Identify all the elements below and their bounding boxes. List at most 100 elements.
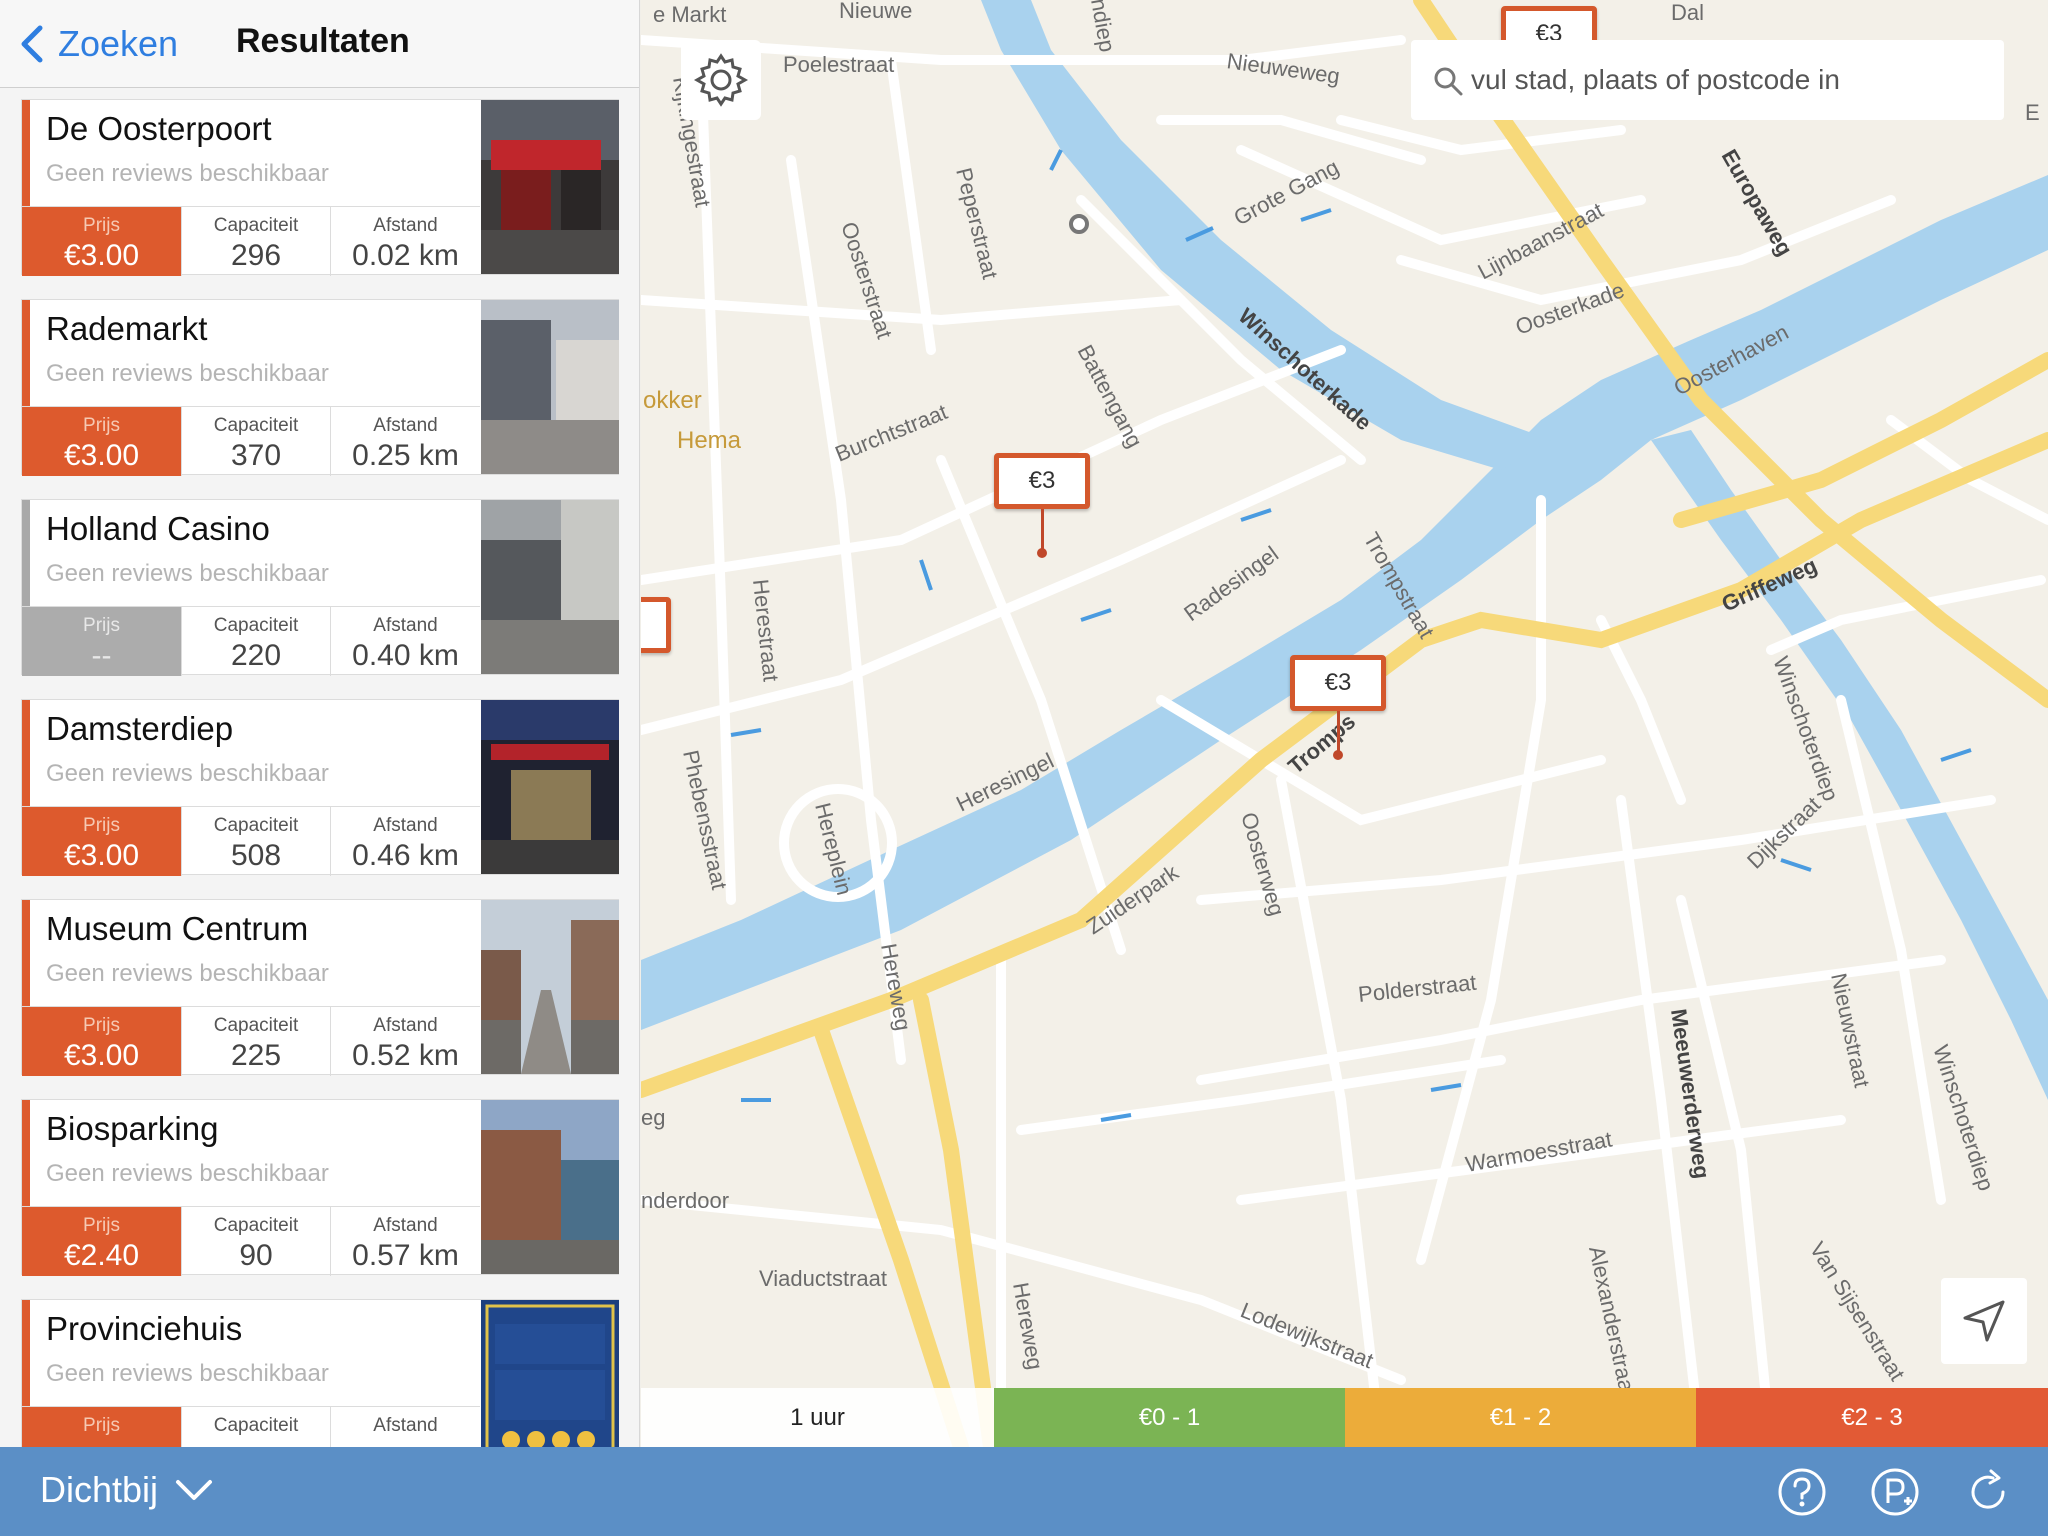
parking-name: Biosparking xyxy=(46,1110,219,1147)
search-bar[interactable] xyxy=(1411,40,2004,120)
card-accent xyxy=(22,1100,30,1206)
card-accent xyxy=(22,500,30,606)
street-label: Alexanderstraat xyxy=(1584,1244,1640,1400)
gear-icon xyxy=(693,53,749,107)
parking-photo xyxy=(481,1300,619,1447)
distance-label: Afstand xyxy=(373,1015,438,1036)
price-label: Prijs xyxy=(83,815,120,836)
street-label: Nieuwstraat xyxy=(1826,971,1875,1090)
locate-button[interactable] xyxy=(1941,1278,2027,1364)
page-title: Resultaten xyxy=(236,22,410,60)
stats-row: Prijs Capaciteit Afstand xyxy=(22,1406,480,1447)
reviews-text: Geen reviews beschikbaar xyxy=(46,960,329,987)
street-label: Meeuwerderweg xyxy=(1666,1007,1715,1180)
refresh-icon[interactable] xyxy=(1963,1467,2013,1517)
street-label: Dal xyxy=(1671,0,1704,25)
street-label: ndiep xyxy=(1086,0,1120,54)
map-canvas[interactable]: e Markt Nieuwe Poelestraat Nieuweweg Kij… xyxy=(641,0,2048,1447)
pin-stem xyxy=(1337,711,1340,751)
street-label: Warmoesstraat xyxy=(1464,1127,1614,1177)
capacity-cell: Capaciteit 220 xyxy=(181,606,330,676)
capacity-value: 225 xyxy=(230,1039,282,1072)
capacity-label: Capaciteit xyxy=(213,1215,299,1236)
price-pin-partial[interactable] xyxy=(641,597,671,653)
parking-photo xyxy=(481,1100,619,1274)
settings-button[interactable] xyxy=(681,40,761,120)
poi-label: okker xyxy=(643,387,702,414)
price-label: Prijs xyxy=(83,1215,120,1236)
street-label: E xyxy=(2025,100,2040,125)
street-label: Peperstraat xyxy=(951,165,1003,281)
price-value: -- xyxy=(91,639,112,672)
price-label: Prijs xyxy=(83,615,120,636)
stats-row: Prijs €3.00 Capaciteit 296 Afstand 0.02 km xyxy=(22,206,480,276)
price-cell: Prijs €3.00 xyxy=(22,406,181,476)
capacity-value: 370 xyxy=(230,439,282,472)
help-icon[interactable] xyxy=(1777,1467,1827,1517)
back-button[interactable]: Zoeken xyxy=(18,18,178,70)
add-parking-icon[interactable] xyxy=(1870,1467,1920,1517)
result-card[interactable]: Provinciehuis Geen reviews beschikbaar P… xyxy=(21,1299,619,1447)
street-label: e Markt xyxy=(653,2,726,27)
capacity-value: 296 xyxy=(230,239,282,272)
result-card[interactable]: Rademarkt Geen reviews beschikbaar Prijs… xyxy=(21,299,619,476)
distance-value: 0.57 km xyxy=(352,1239,459,1272)
legend-time: 1 uur xyxy=(641,1388,994,1447)
parking-photo xyxy=(481,500,619,674)
map-view[interactable]: e Markt Nieuwe Poelestraat Nieuweweg Kij… xyxy=(641,0,2048,1447)
back-button-label: Zoeken xyxy=(58,23,179,64)
chevron-down-icon xyxy=(176,1480,213,1500)
result-card[interactable]: Damsterdiep Geen reviews beschikbaar Pri… xyxy=(21,699,619,876)
street-label: Van Sijsenstraat xyxy=(1805,1237,1910,1385)
location-dot xyxy=(1069,214,1089,234)
capacity-value: 220 xyxy=(230,639,282,672)
stats-row: Prijs €3.00 Capaciteit 370 Afstand 0.25 km xyxy=(22,406,480,476)
price-value: €3.00 xyxy=(63,239,140,272)
card-accent xyxy=(22,300,30,406)
pin-dot xyxy=(1333,750,1343,760)
distance-label: Afstand xyxy=(373,1215,438,1236)
street-label: Burchtstraat xyxy=(832,399,951,467)
price-cell: Prijs €3.00 xyxy=(22,1006,181,1076)
street-label: Polderstraat xyxy=(1357,970,1478,1007)
result-card[interactable]: Biosparking Geen reviews beschikbaar Pri… xyxy=(21,1099,619,1276)
parking-photo xyxy=(481,700,619,874)
price-cell: Prijs €2.40 xyxy=(22,1206,181,1276)
distance-label: Afstand xyxy=(373,815,438,836)
price-value: €3.00 xyxy=(63,839,140,872)
distance-value: 0.25 km xyxy=(352,439,459,472)
street-label: Radesingel xyxy=(1179,541,1283,626)
distance-cell: Afstand 0.52 km xyxy=(330,1006,480,1076)
price-label: Prijs xyxy=(83,415,120,436)
results-panel: Zoeken Resultaten De Oosterpoort Geen re… xyxy=(0,0,640,1447)
price-pin[interactable]: €3 xyxy=(1290,655,1386,711)
pin-stem xyxy=(1041,509,1044,549)
result-card[interactable]: Holland Casino Geen reviews beschikbaar … xyxy=(21,499,619,676)
street-label: Nieuwe xyxy=(839,0,912,23)
parking-name: De Oosterpoort xyxy=(46,110,272,147)
nearby-dropdown[interactable]: Dichtbij xyxy=(40,1469,214,1511)
street-label: Europaweg xyxy=(1717,145,1798,260)
capacity-label: Capaciteit xyxy=(213,815,299,836)
price-value: €2.40 xyxy=(63,1239,140,1272)
distance-value: 0.40 km xyxy=(352,639,459,672)
parking-name: Rademarkt xyxy=(46,310,208,347)
parking-name: Provinciehuis xyxy=(46,1310,243,1347)
capacity-value: 90 xyxy=(239,1239,273,1272)
capacity-label: Capaciteit xyxy=(213,1415,299,1436)
distance-cell: Afstand 0.40 km xyxy=(330,606,480,676)
distance-cell: Afstand xyxy=(330,1406,480,1447)
pin-dot xyxy=(1037,548,1047,558)
street-label: Oosterkade xyxy=(1512,277,1627,339)
distance-label: Afstand xyxy=(373,415,438,436)
result-card[interactable]: Museum Centrum Geen reviews beschikbaar … xyxy=(21,899,619,1076)
capacity-cell: Capaciteit 370 xyxy=(181,406,330,476)
distance-cell: Afstand 0.46 km xyxy=(330,806,480,876)
capacity-label: Capaciteit xyxy=(213,415,299,436)
parking-photo xyxy=(481,300,619,474)
price-pin[interactable]: €3 xyxy=(994,453,1090,509)
result-card[interactable]: De Oosterpoort Geen reviews beschikbaar … xyxy=(21,99,619,276)
capacity-value: 508 xyxy=(230,839,282,872)
search-input[interactable] xyxy=(1471,64,1971,96)
price-cell: Prijs xyxy=(22,1406,181,1447)
